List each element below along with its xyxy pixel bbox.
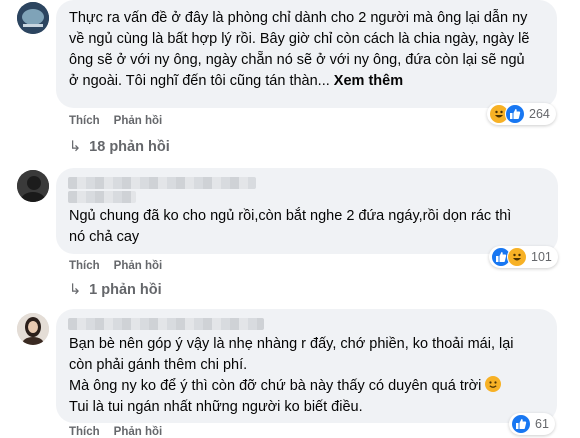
comment-line: về ngủ cùng là bất hợp lý rồi. Bây giờ c… bbox=[69, 31, 530, 47]
haha-reaction-icon bbox=[507, 247, 527, 267]
comment-actions: Thích Phản hồi bbox=[69, 115, 176, 127]
reply-button[interactable]: Phản hồi bbox=[114, 115, 163, 127]
comment-line-text: ở ngoài. Tôi nghĩ đến tôi cũng tán thàn.… bbox=[69, 73, 330, 89]
reaction-count: 101 bbox=[531, 250, 552, 264]
comment-text: Thực ra vấn đề ở đây là phòng chỉ dành c… bbox=[69, 8, 549, 92]
comment-line: nó chả cay bbox=[69, 229, 140, 245]
avatar[interactable] bbox=[17, 2, 49, 34]
like-reaction-icon bbox=[505, 104, 525, 124]
like-button[interactable]: Thích bbox=[69, 260, 100, 272]
blurred-author-name bbox=[68, 177, 256, 189]
replies-count-label: 18 phản hồi bbox=[89, 139, 170, 155]
see-more-link[interactable]: Xem thêm bbox=[334, 73, 403, 89]
reply-button[interactable]: Phản hồi bbox=[114, 426, 163, 438]
reply-arrow-icon: ↳ bbox=[69, 139, 82, 155]
comment-text: Bạn bè nên góp ý vậy là nhẹ nhàng r đấy,… bbox=[69, 334, 549, 418]
comment-line: Bạn bè nên góp ý vậy là nhẹ nhàng r đấy,… bbox=[69, 336, 514, 352]
view-replies-button[interactable]: ↳ 1 phản hồi bbox=[69, 282, 162, 298]
blurred-author-name bbox=[68, 191, 136, 203]
like-reaction-icon bbox=[511, 414, 531, 434]
comment-line: Thực ra vấn đề ở đây là phòng chỉ dành c… bbox=[69, 10, 528, 26]
reaction-summary[interactable]: 101 bbox=[489, 246, 558, 268]
comment-text: Ngủ chung đã ko cho ngủ rồi,còn bắt nghe… bbox=[69, 206, 549, 248]
comment-line: còn phải gánh thêm chi phí. bbox=[69, 357, 248, 373]
comment-line: ông sẽ ở với ny ông, ngày chẵn nó sẽ ở v… bbox=[69, 52, 525, 68]
avatar[interactable] bbox=[17, 313, 49, 345]
comment-line: ở ngoài. Tôi nghĩ đến tôi cũng tán thàn.… bbox=[69, 71, 549, 92]
comment-actions: Thích Phản hồi bbox=[69, 260, 176, 272]
replies-count-label: 1 phản hồi bbox=[89, 282, 162, 298]
like-button[interactable]: Thích bbox=[69, 426, 100, 438]
reply-button[interactable]: Phản hồi bbox=[114, 260, 163, 272]
reply-arrow-icon: ↳ bbox=[69, 282, 82, 298]
reaction-summary[interactable]: 61 bbox=[509, 413, 555, 435]
like-button[interactable]: Thích bbox=[69, 115, 100, 127]
comment-line: Mà ông ny ko để ý thì còn đỡ chứ bà này … bbox=[69, 376, 549, 397]
avatar-image-icon bbox=[17, 313, 49, 345]
comment-line-text: Mà ông ny ko để ý thì còn đỡ chứ bà này … bbox=[69, 378, 482, 394]
reaction-count: 61 bbox=[535, 417, 549, 431]
avatar-image-icon bbox=[17, 170, 49, 202]
avatar[interactable] bbox=[17, 170, 49, 202]
view-replies-button[interactable]: ↳ 18 phản hồi bbox=[69, 139, 170, 155]
blurred-author-name bbox=[68, 318, 264, 330]
reaction-summary[interactable]: 264 bbox=[487, 103, 556, 125]
avatar-image-icon bbox=[17, 2, 49, 34]
comment-line: Ngủ chung đã ko cho ngủ rồi,còn bắt nghe… bbox=[69, 208, 512, 224]
comment-actions: Thích Phản hồi bbox=[69, 426, 176, 438]
slightly-smiling-face-icon bbox=[485, 376, 502, 392]
comment-line: Tui là tui ngán nhất những người ko biết… bbox=[69, 399, 363, 415]
reaction-count: 264 bbox=[529, 107, 550, 121]
